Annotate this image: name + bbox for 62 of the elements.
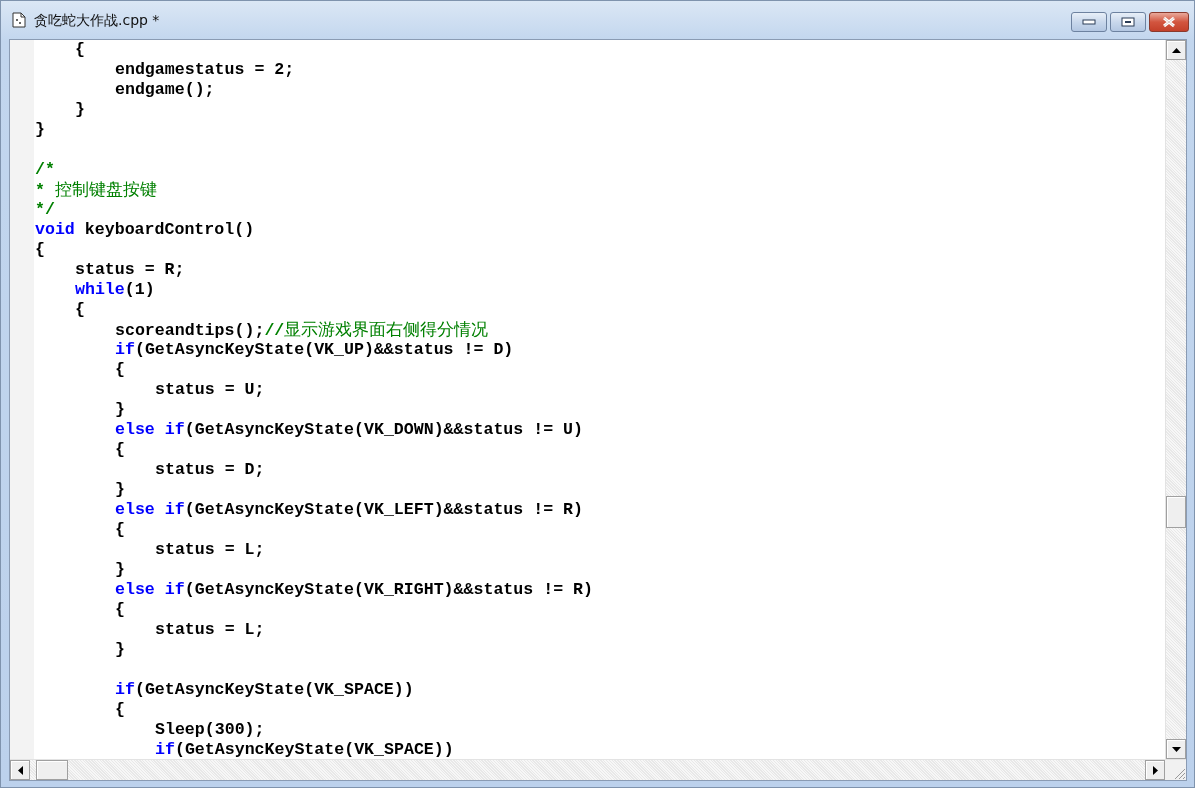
code-text: } [115, 640, 125, 659]
code-text: (1) [124, 280, 155, 299]
scroll-up-button[interactable] [1166, 40, 1186, 60]
code-text: endgamestatus = 2; [115, 60, 295, 79]
code-text: { [115, 360, 125, 379]
keyword: else if [115, 420, 185, 439]
code-text: Sleep(300); [155, 720, 265, 739]
code-text: } [115, 400, 125, 419]
code-text: { [115, 700, 125, 719]
code-text: } [75, 100, 85, 119]
code-text: status = U; [155, 380, 265, 399]
keyword: void [35, 220, 75, 239]
maximize-icon [1121, 17, 1135, 27]
code-text: status = D; [155, 460, 265, 479]
code-text: status = L; [155, 620, 265, 639]
scrollbar-thumb[interactable] [1166, 496, 1186, 528]
code-comment: * 控制键盘按键 [35, 181, 157, 200]
code-comment: */ [35, 200, 55, 219]
code-comment: //显示游戏界面右侧得分情况 [264, 321, 489, 340]
minimize-button[interactable] [1071, 12, 1107, 32]
code-text: (GetAsyncKeyState(VK_UP)&&status != D) [134, 340, 514, 359]
code-text: (GetAsyncKeyState(VK_RIGHT)&&status != R) [184, 580, 593, 599]
keyword: if [115, 340, 135, 359]
document-icon [12, 12, 26, 28]
scroll-left-button[interactable] [10, 760, 30, 780]
minimize-icon [1082, 19, 1096, 25]
close-button[interactable] [1149, 12, 1189, 32]
code-text: status = R; [75, 260, 185, 279]
code-text: (GetAsyncKeyState(VK_LEFT)&&status != R) [184, 500, 584, 519]
window-title: 贪吃蛇大作战.cpp * [34, 10, 160, 30]
code-text: } [35, 120, 45, 139]
code-text: (GetAsyncKeyState(VK_SPACE)) [134, 680, 414, 699]
keyword: while [75, 280, 125, 299]
code-text: } [115, 480, 125, 499]
code-text: keyboardControl() [83, 220, 255, 239]
keyword: if [115, 680, 135, 699]
code-text: scoreandtips(); [115, 321, 265, 340]
code-text: { [75, 300, 85, 319]
right-arrow-icon [1152, 765, 1158, 775]
code-text: status = L; [155, 540, 265, 559]
close-icon [1161, 16, 1177, 28]
code-text: { [115, 520, 125, 539]
keyword: else if [115, 580, 185, 599]
up-arrow-icon [1171, 47, 1181, 53]
scroll-down-button[interactable] [1166, 739, 1186, 759]
code-text: { [75, 40, 85, 59]
code-text: { [35, 240, 45, 259]
scrollbar-thumb[interactable] [36, 760, 68, 780]
keyword: else if [115, 500, 185, 519]
keyword: if [155, 740, 175, 759]
code-text: (GetAsyncKeyState(VK_DOWN)&&status != U) [184, 420, 584, 439]
code-text: } [115, 560, 125, 579]
maximize-button[interactable] [1110, 12, 1146, 32]
left-arrow-icon [17, 765, 23, 775]
code-text: { [115, 440, 125, 459]
size-grip-icon[interactable] [1174, 768, 1186, 780]
down-arrow-icon [1171, 746, 1181, 752]
code-comment: /* [35, 160, 55, 179]
code-text: { [115, 600, 125, 619]
code-text: endgame(); [115, 80, 215, 99]
code-text: (GetAsyncKeyState(VK_SPACE)) [174, 740, 454, 759]
scroll-right-button[interactable] [1145, 760, 1165, 780]
